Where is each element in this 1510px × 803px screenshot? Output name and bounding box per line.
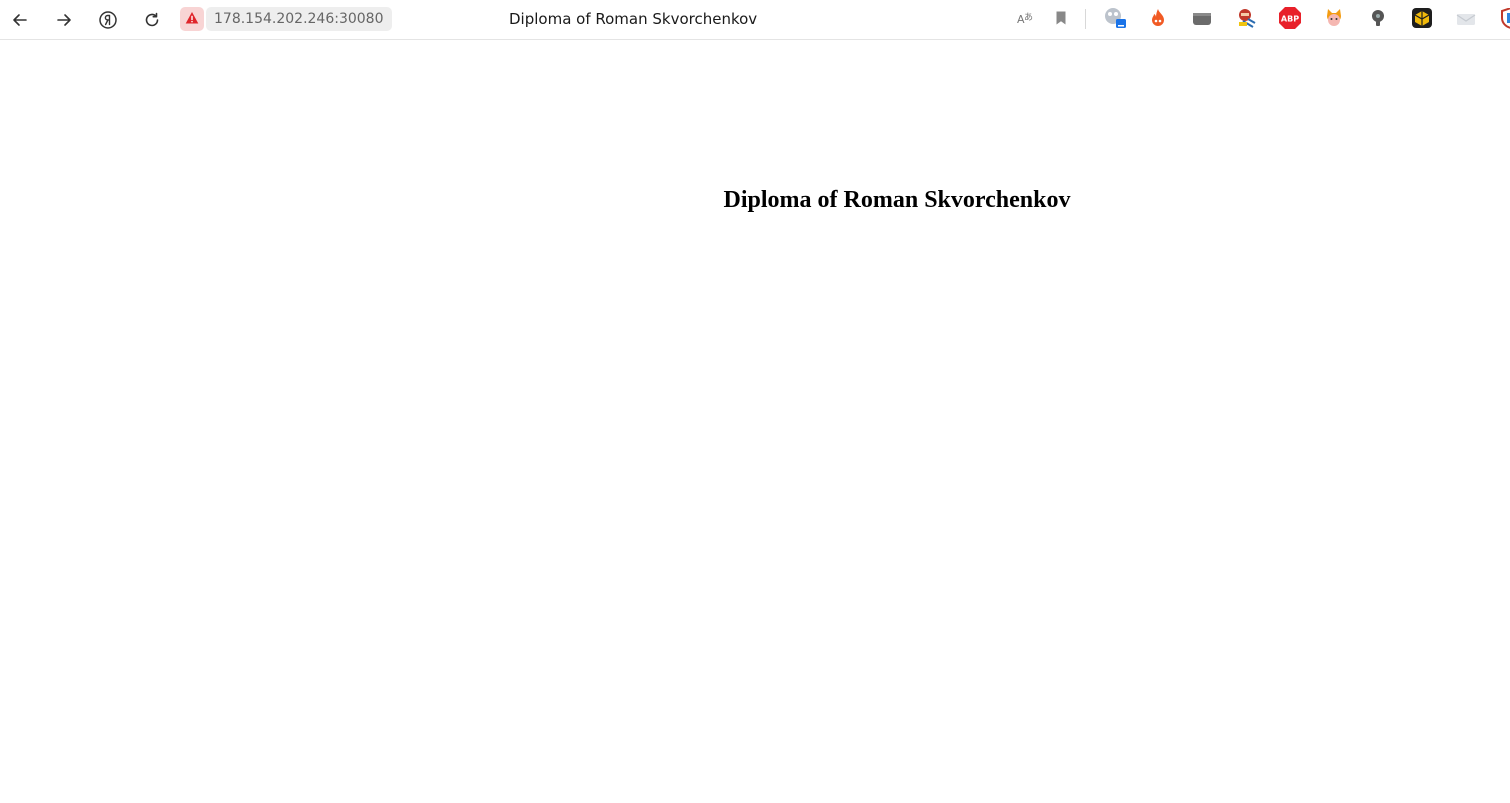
yandex-home-button[interactable] <box>94 6 122 34</box>
cat-extension-button[interactable] <box>1322 8 1346 32</box>
bulb-extension-icon <box>1368 8 1388 32</box>
tray-extension-button[interactable] <box>1190 8 1214 32</box>
shield-extension-button[interactable] <box>1500 8 1510 32</box>
tab-title: Diploma of Roman Skvorchenkov <box>509 10 758 28</box>
forward-button[interactable] <box>50 6 78 34</box>
translate-icon: Aあ <box>1015 8 1035 32</box>
mail-extension-icon <box>1455 7 1477 33</box>
cat-extension-icon <box>1323 7 1345 33</box>
adblock-button[interactable]: ABP <box>1278 6 1302 34</box>
flame-extension-icon <box>1147 7 1169 33</box>
extension-dashboard-icon <box>1103 6 1127 34</box>
translate-button[interactable]: Aあ <box>1013 8 1037 32</box>
back-arrow-icon <box>11 11 29 29</box>
brush-extension-button[interactable] <box>1234 8 1258 32</box>
mail-extension-button[interactable] <box>1454 8 1478 32</box>
reload-button[interactable] <box>138 6 166 34</box>
address-bar[interactable]: 178.154.202.246:30080 <box>206 7 392 31</box>
yandex-logo-icon <box>98 10 118 30</box>
toolbar-separator <box>1085 9 1086 29</box>
insecure-connection-button[interactable] <box>180 7 204 31</box>
forward-arrow-icon <box>55 11 73 29</box>
bulb-extension-button[interactable] <box>1366 8 1390 32</box>
page-title: Diploma of Roman Skvorchenkov <box>723 187 1071 213</box>
flame-extension-button[interactable] <box>1146 8 1170 32</box>
svg-text:ABP: ABP <box>1281 15 1299 24</box>
back-button[interactable] <box>6 6 34 34</box>
reload-icon <box>143 11 161 29</box>
svg-text:あ: あ <box>1024 12 1033 23</box>
page-content: Diploma of Roman Skvorchenkov <box>0 41 1510 803</box>
box-extension-button[interactable] <box>1410 8 1434 32</box>
tray-extension-icon <box>1191 7 1213 33</box>
box-extension-icon <box>1411 7 1433 33</box>
bookmark-button[interactable] <box>1049 8 1073 32</box>
shield-extension-icon <box>1500 8 1510 32</box>
brush-extension-icon <box>1235 7 1257 33</box>
browser-toolbar: 178.154.202.246:30080 Diploma of Roman S… <box>0 0 1510 40</box>
dashboard-extension-button[interactable] <box>1103 8 1127 32</box>
bookmark-icon <box>1053 10 1069 30</box>
warning-triangle-icon <box>185 10 199 29</box>
adblock-icon: ABP <box>1278 6 1302 34</box>
